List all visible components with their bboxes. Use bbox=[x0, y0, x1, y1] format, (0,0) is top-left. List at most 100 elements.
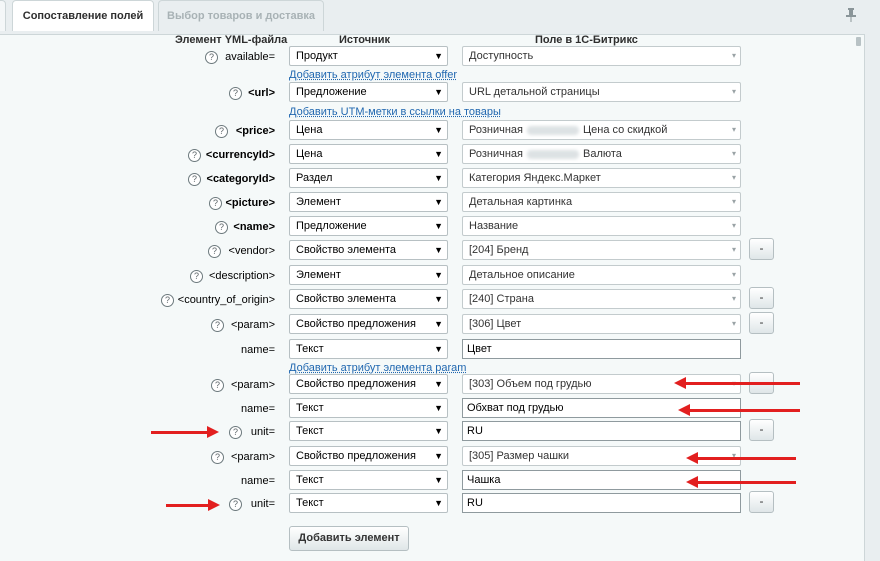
bitrix-field-select[interactable]: Детальное описание ▾ bbox=[462, 265, 741, 285]
bitrix-field-select[interactable]: [240] Страна ▾ bbox=[462, 289, 741, 309]
text-value-input[interactable]: Обхват под грудью bbox=[462, 398, 741, 418]
source-select[interactable]: Текст ▼ bbox=[289, 398, 448, 418]
column-header-field: Поле в 1С-Битрикс bbox=[535, 34, 638, 46]
source-select[interactable]: Текст ▼ bbox=[289, 421, 448, 441]
dropdown-arrow-icon: ▼ bbox=[434, 498, 443, 508]
element-label: <url> bbox=[248, 87, 275, 99]
remove-row-button[interactable]: - bbox=[749, 312, 774, 334]
dropdown-arrow-icon: ▼ bbox=[434, 475, 443, 485]
dropdown-arrow-icon: ▾ bbox=[731, 221, 736, 230]
source-select[interactable]: Элемент ▼ bbox=[289, 265, 448, 285]
bitrix-field-select[interactable]: Название ▾ bbox=[462, 216, 741, 236]
source-select[interactable]: Раздел ▼ bbox=[289, 168, 448, 188]
source-select-value: Элемент bbox=[296, 196, 341, 208]
source-select-value: Раздел bbox=[296, 172, 333, 184]
element-label: name= bbox=[241, 344, 275, 356]
bitrix-field-select[interactable]: URL детальной страницы ▾ bbox=[462, 82, 741, 102]
dropdown-arrow-icon: ▼ bbox=[434, 87, 443, 97]
bitrix-field-value: Цена со скидкой bbox=[583, 124, 668, 136]
element-label: <param> bbox=[230, 319, 275, 331]
dropdown-arrow-icon: ▼ bbox=[434, 403, 443, 413]
source-select[interactable]: Цена ▼ bbox=[289, 120, 448, 140]
remove-row-button[interactable]: - bbox=[749, 238, 774, 260]
bitrix-field-select[interactable]: Категория Яндекс.Маркет ▾ bbox=[462, 168, 741, 188]
bitrix-field-value: Детальная картинка bbox=[469, 196, 573, 208]
element-label: <name> bbox=[233, 221, 275, 233]
source-select[interactable]: Свойство предложения ▼ bbox=[289, 374, 448, 394]
bitrix-field-select[interactable]: Розничная Валюта ▾ bbox=[462, 144, 741, 164]
add-element-button[interactable]: Добавить элемент bbox=[289, 526, 409, 551]
tab-bar: Сопоставление полей Выбор товаров и дост… bbox=[0, 0, 880, 34]
tab-products-delivery[interactable]: Выбор товаров и доставка bbox=[158, 0, 324, 31]
redacted-text bbox=[527, 149, 579, 159]
add-offer-attribute-link[interactable]: Добавить атрибут элемента offer bbox=[289, 69, 457, 81]
dropdown-arrow-icon: ▾ bbox=[731, 173, 736, 182]
element-label: unit= bbox=[250, 498, 275, 510]
dropdown-arrow-icon: ▼ bbox=[434, 197, 443, 207]
bitrix-field-select[interactable]: [305] Размер чашки ▾ bbox=[462, 446, 741, 466]
text-value-input[interactable]: Цвет bbox=[462, 339, 741, 359]
bitrix-field-value: URL детальной страницы bbox=[469, 86, 600, 98]
pin-icon[interactable] bbox=[846, 8, 856, 25]
bitrix-field-select[interactable]: Розничная Цена со скидкой ▾ bbox=[462, 120, 741, 140]
source-select[interactable]: Элемент ▼ bbox=[289, 192, 448, 212]
remove-row-button[interactable]: - bbox=[749, 419, 774, 441]
bitrix-field-select[interactable]: [204] Бренд ▾ bbox=[462, 240, 741, 260]
bitrix-field-select[interactable]: [306] Цвет ▾ bbox=[462, 314, 741, 334]
source-select[interactable]: Текст ▼ bbox=[289, 470, 448, 490]
dropdown-arrow-icon: ▼ bbox=[434, 344, 443, 354]
annotation-arrow bbox=[686, 476, 796, 488]
source-select[interactable]: Продукт ▼ bbox=[289, 46, 448, 66]
dropdown-arrow-icon: ▾ bbox=[731, 451, 736, 460]
source-select[interactable]: Свойство предложения ▼ bbox=[289, 446, 448, 466]
dropdown-arrow-icon: ▾ bbox=[731, 87, 736, 96]
remove-row-button[interactable]: - bbox=[749, 491, 774, 513]
source-select[interactable]: Свойство элемента ▼ bbox=[289, 240, 448, 260]
source-select-value: Цена bbox=[296, 148, 323, 160]
source-select[interactable]: Предложение ▼ bbox=[289, 216, 448, 236]
dropdown-arrow-icon: ▼ bbox=[434, 245, 443, 255]
annotation-arrow bbox=[151, 426, 219, 438]
text-value-input[interactable]: Чашка bbox=[462, 470, 741, 490]
source-select[interactable]: Текст ▼ bbox=[289, 493, 448, 513]
dropdown-arrow-icon: ▾ bbox=[731, 319, 736, 328]
tab-previous[interactable] bbox=[0, 0, 6, 31]
source-select-value: Цена bbox=[296, 124, 323, 136]
source-select[interactable]: Текст ▼ bbox=[289, 339, 448, 359]
dropdown-arrow-icon: ▼ bbox=[434, 51, 443, 61]
remove-row-button[interactable]: - bbox=[749, 287, 774, 309]
element-label: <picture> bbox=[225, 197, 275, 209]
source-select-value: Предложение bbox=[296, 220, 367, 232]
text-value-input[interactable]: RU bbox=[462, 421, 741, 441]
element-label: <categoryId> bbox=[206, 173, 275, 185]
scrollbar-thumb[interactable] bbox=[856, 37, 861, 46]
bitrix-field-select[interactable]: Доступность ▾ bbox=[462, 46, 741, 66]
source-select-value: Элемент bbox=[296, 269, 341, 281]
add-utm-link[interactable]: Добавить UTM-метки в ссылки на товары bbox=[289, 106, 501, 118]
source-select-value: Свойство предложения bbox=[296, 318, 416, 330]
source-select-value: Свойство предложения bbox=[296, 378, 416, 390]
annotation-arrow bbox=[686, 452, 796, 464]
text-value-input[interactable]: RU bbox=[462, 493, 741, 513]
source-select-value: Текст bbox=[296, 497, 324, 509]
dropdown-arrow-icon: ▼ bbox=[434, 221, 443, 231]
source-select-value: Текст bbox=[296, 474, 324, 486]
dropdown-arrow-icon: ▾ bbox=[731, 245, 736, 254]
source-select[interactable]: Свойство предложения ▼ bbox=[289, 314, 448, 334]
source-select[interactable]: Цена ▼ bbox=[289, 144, 448, 164]
column-header-element: Элемент YML-файла bbox=[175, 34, 288, 46]
source-select-value: Текст bbox=[296, 343, 324, 355]
bitrix-field-select[interactable]: Детальная картинка ▾ bbox=[462, 192, 741, 212]
dropdown-arrow-icon: ▼ bbox=[434, 149, 443, 159]
add-param-attribute-link[interactable]: Добавить атрибут элемента param bbox=[289, 362, 466, 374]
annotation-arrow bbox=[674, 377, 800, 389]
source-select[interactable]: Свойство элемента ▼ bbox=[289, 289, 448, 309]
element-label: <country_of_origin> bbox=[177, 294, 275, 306]
dropdown-arrow-icon: ▼ bbox=[434, 319, 443, 329]
tab-field-mapping[interactable]: Сопоставление полей bbox=[12, 0, 154, 31]
bitrix-field-value: [305] Размер чашки bbox=[469, 450, 570, 462]
source-select[interactable]: Предложение ▼ bbox=[289, 82, 448, 102]
bitrix-field-value: Название bbox=[469, 220, 519, 232]
element-label: name= bbox=[241, 403, 275, 415]
dropdown-arrow-icon: ▾ bbox=[731, 51, 736, 60]
